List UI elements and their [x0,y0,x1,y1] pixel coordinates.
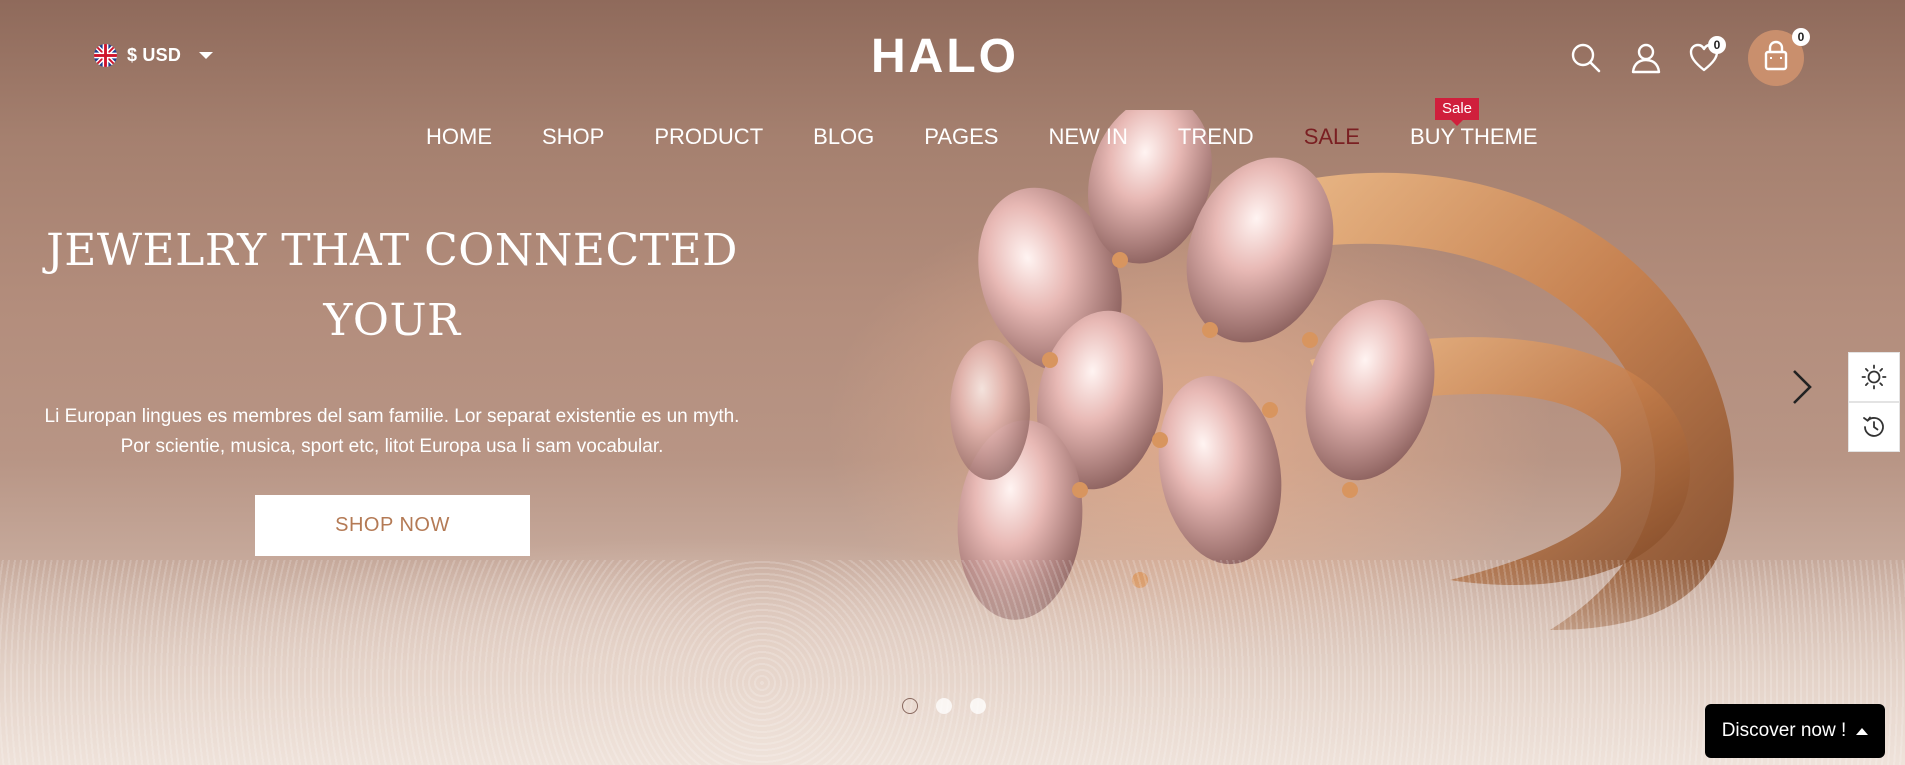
currency-selector[interactable]: $ USD [94,44,214,67]
wishlist-button[interactable]: 0 [1688,36,1726,74]
currency-label: $ USD [127,45,182,65]
theme-toggle-button[interactable] [1848,352,1900,402]
nav-item-shop[interactable]: SHOP [542,124,604,150]
logo[interactable]: HALO [860,30,1030,83]
caret-up-icon [1856,727,1869,735]
hero-description: Li Europan lingues es membres del sam fa… [44,406,740,457]
slider-dot[interactable] [902,698,918,714]
slider-dot[interactable] [970,698,986,714]
nav-item-blog[interactable]: BLOG [813,124,874,150]
sun-icon [1861,364,1887,390]
slider-dot[interactable] [936,698,952,714]
user-icon[interactable] [1630,42,1662,74]
hero-slider [0,0,1905,765]
discover-label: Discover now ! [1721,720,1847,741]
nav-item-new-in[interactable]: NEW IN [1048,124,1127,150]
main-nav: HOME SHOP PRODUCT BLOG PAGES NEW IN TREN… [426,124,1538,150]
side-toolbar [1848,352,1900,452]
history-icon [1863,416,1884,437]
cart-count: 0 [1792,28,1810,46]
recently-viewed-button[interactable] [1848,402,1900,452]
hero-headline: JEWELRY THAT CONNECTED YOUR [46,225,738,346]
search-icon[interactable] [1570,42,1602,74]
nav-item-buy-theme[interactable]: BUY THEME [1410,124,1538,150]
nav-item-home[interactable]: HOME [426,124,492,150]
cart-button[interactable]: 0 [1748,28,1810,86]
sale-tag-badge: Sale [1435,98,1480,126]
nav-item-trend[interactable]: TREND [1178,124,1254,150]
fabric-texture [0,560,1905,765]
discover-now-button[interactable]: Discover now ! [1705,704,1885,758]
chevron-right-icon[interactable] [1788,367,1816,407]
wishlist-count: 0 [1708,36,1726,54]
uk-flag-icon [94,44,117,67]
slider-pagination [902,698,986,714]
nav-item-sale[interactable]: SALE [1304,124,1360,150]
shop-now-button[interactable]: SHOP NOW [255,495,530,556]
logo-text: HALO [871,30,1019,83]
nav-item-product[interactable]: PRODUCT [654,124,763,150]
header-actions: 0 0 [1570,28,1810,90]
caret-down-icon [199,52,214,59]
nav-item-pages[interactable]: PAGES [924,124,998,150]
